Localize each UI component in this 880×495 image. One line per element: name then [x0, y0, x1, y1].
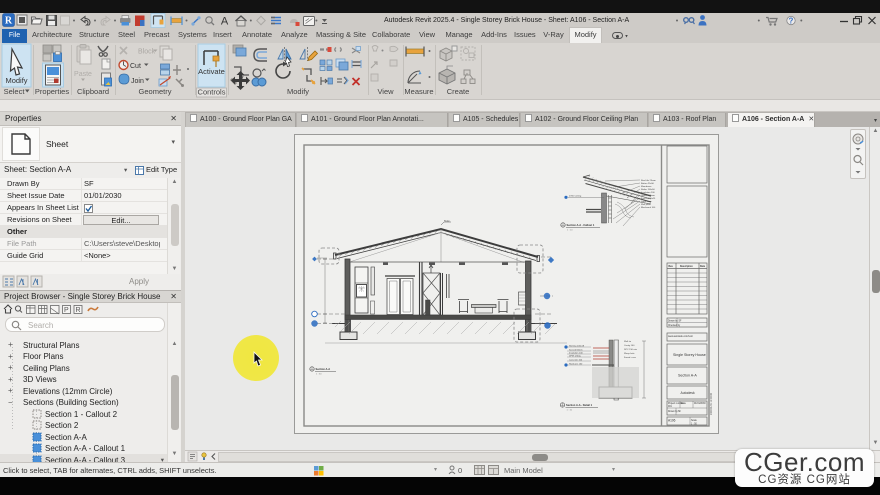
svg-text:SF: SF	[679, 321, 683, 323]
svg-text:Hardcore 150: Hardcore 150	[569, 363, 583, 366]
svg-text:Activate: Activate	[198, 67, 225, 76]
svg-text:Modify: Modify	[5, 76, 27, 85]
svg-text:Measure: Measure	[404, 87, 433, 96]
svg-text:?: ?	[789, 17, 794, 26]
svg-text:Cut: Cut	[130, 63, 141, 70]
svg-text:Modify: Modify	[287, 87, 309, 96]
svg-text:Select: Select	[4, 87, 26, 96]
svg-text:Geometry: Geometry	[139, 87, 172, 96]
svg-text:R: R	[76, 307, 81, 314]
svg-text:R: R	[5, 16, 13, 27]
svg-text:Section A-A - Detail 1: Section A-A - Detail 1	[566, 403, 593, 407]
svg-text:Single Storey House: Single Storey House	[673, 353, 706, 357]
svg-text:Wall tie: Wall tie	[624, 340, 632, 343]
svg-text:Rafter 150x50: Rafter 150x50	[641, 188, 656, 191]
svg-text:Weep hole: Weep hole	[624, 353, 635, 355]
svg-text:001: 001	[668, 406, 673, 408]
svg-text:DPC 150 min: DPC 150 min	[624, 349, 638, 351]
svg-text:P: P	[64, 307, 69, 314]
svg-text:Date: Date	[700, 265, 706, 268]
svg-text:Clipboard: Clipboard	[77, 87, 109, 96]
svg-text:Wall plate: Wall plate	[641, 203, 651, 206]
svg-text:Join: Join	[131, 78, 144, 85]
svg-text:Section A-A: Section A-A	[316, 367, 331, 371]
svg-text:Concrete 100: Concrete 100	[569, 359, 583, 362]
svg-text:Scale: Scale	[691, 420, 697, 422]
svg-text:1 : 10: 1 : 10	[567, 230, 573, 232]
svg-text:Drawn by: Drawn by	[668, 320, 679, 323]
svg-text:Insulation 100: Insulation 100	[569, 352, 583, 355]
svg-text:Soffit 9mm: Soffit 9mm	[641, 200, 652, 203]
svg-text:1 : 10: 1 : 10	[567, 410, 573, 412]
svg-text:Autodesk: Autodesk	[681, 391, 695, 395]
svg-text:Checked by: Checked by	[668, 325, 681, 327]
svg-text:Section A-A: Section A-A	[678, 374, 697, 378]
svg-text:SF: SF	[678, 411, 682, 413]
svg-text:Rev.: Rev.	[669, 266, 674, 268]
svg-text:Create: Create	[447, 87, 470, 96]
svg-text:Controls: Controls	[198, 88, 226, 97]
svg-text:01/01/2030: 01/01/2030	[694, 403, 706, 405]
svg-text:View: View	[377, 87, 394, 96]
svg-text:Insulation 200: Insulation 200	[641, 191, 655, 194]
svg-text:Membrane: Membrane	[641, 185, 652, 188]
svg-text:Gutter 112mm: Gutter 112mm	[641, 194, 655, 197]
svg-text:2700 Ceiling: 2700 Ceiling	[569, 195, 582, 197]
svg-text:Paste: Paste	[74, 71, 92, 78]
svg-text:Drawn by: Drawn by	[668, 410, 679, 413]
svg-text:Screed 65mm: Screed 65mm	[569, 349, 583, 352]
svg-text:Description: Description	[680, 265, 693, 268]
svg-text:Skirting 100x18: Skirting 100x18	[569, 345, 585, 348]
svg-text:Cavity 100: Cavity 100	[624, 344, 635, 347]
svg-text:www.autodesk.com/revit: www.autodesk.com/revit	[668, 335, 693, 338]
svg-text:Date: Date	[681, 402, 687, 405]
svg-text:Ridge: Ridge	[444, 221, 450, 223]
svg-text:Properties: Properties	[35, 87, 69, 96]
svg-text:Block: Block	[138, 49, 156, 56]
svg-text:2030/01/01 12:00:00: 2030/01/01 12:00:00	[710, 392, 713, 415]
svg-text:1 : 50: 1 : 50	[691, 424, 697, 426]
svg-text:Fascia 200x25: Fascia 200x25	[641, 198, 656, 200]
svg-text:Batten 25x50: Batten 25x50	[641, 182, 655, 185]
svg-text:A106: A106	[668, 419, 676, 423]
svg-text:A: A	[221, 16, 229, 28]
svg-text:Roof tile 25mm: Roof tile 25mm	[641, 179, 656, 182]
svg-text:Section A-A - Callout 1: Section A-A - Callout 1	[567, 223, 595, 227]
svg-text:Found. conc: Found. conc	[624, 357, 637, 359]
svg-text:DPM 1200g: DPM 1200g	[569, 356, 581, 358]
svg-text:1 : 50: 1 : 50	[316, 374, 322, 376]
svg-text:Blockwork 100: Blockwork 100	[641, 206, 656, 209]
